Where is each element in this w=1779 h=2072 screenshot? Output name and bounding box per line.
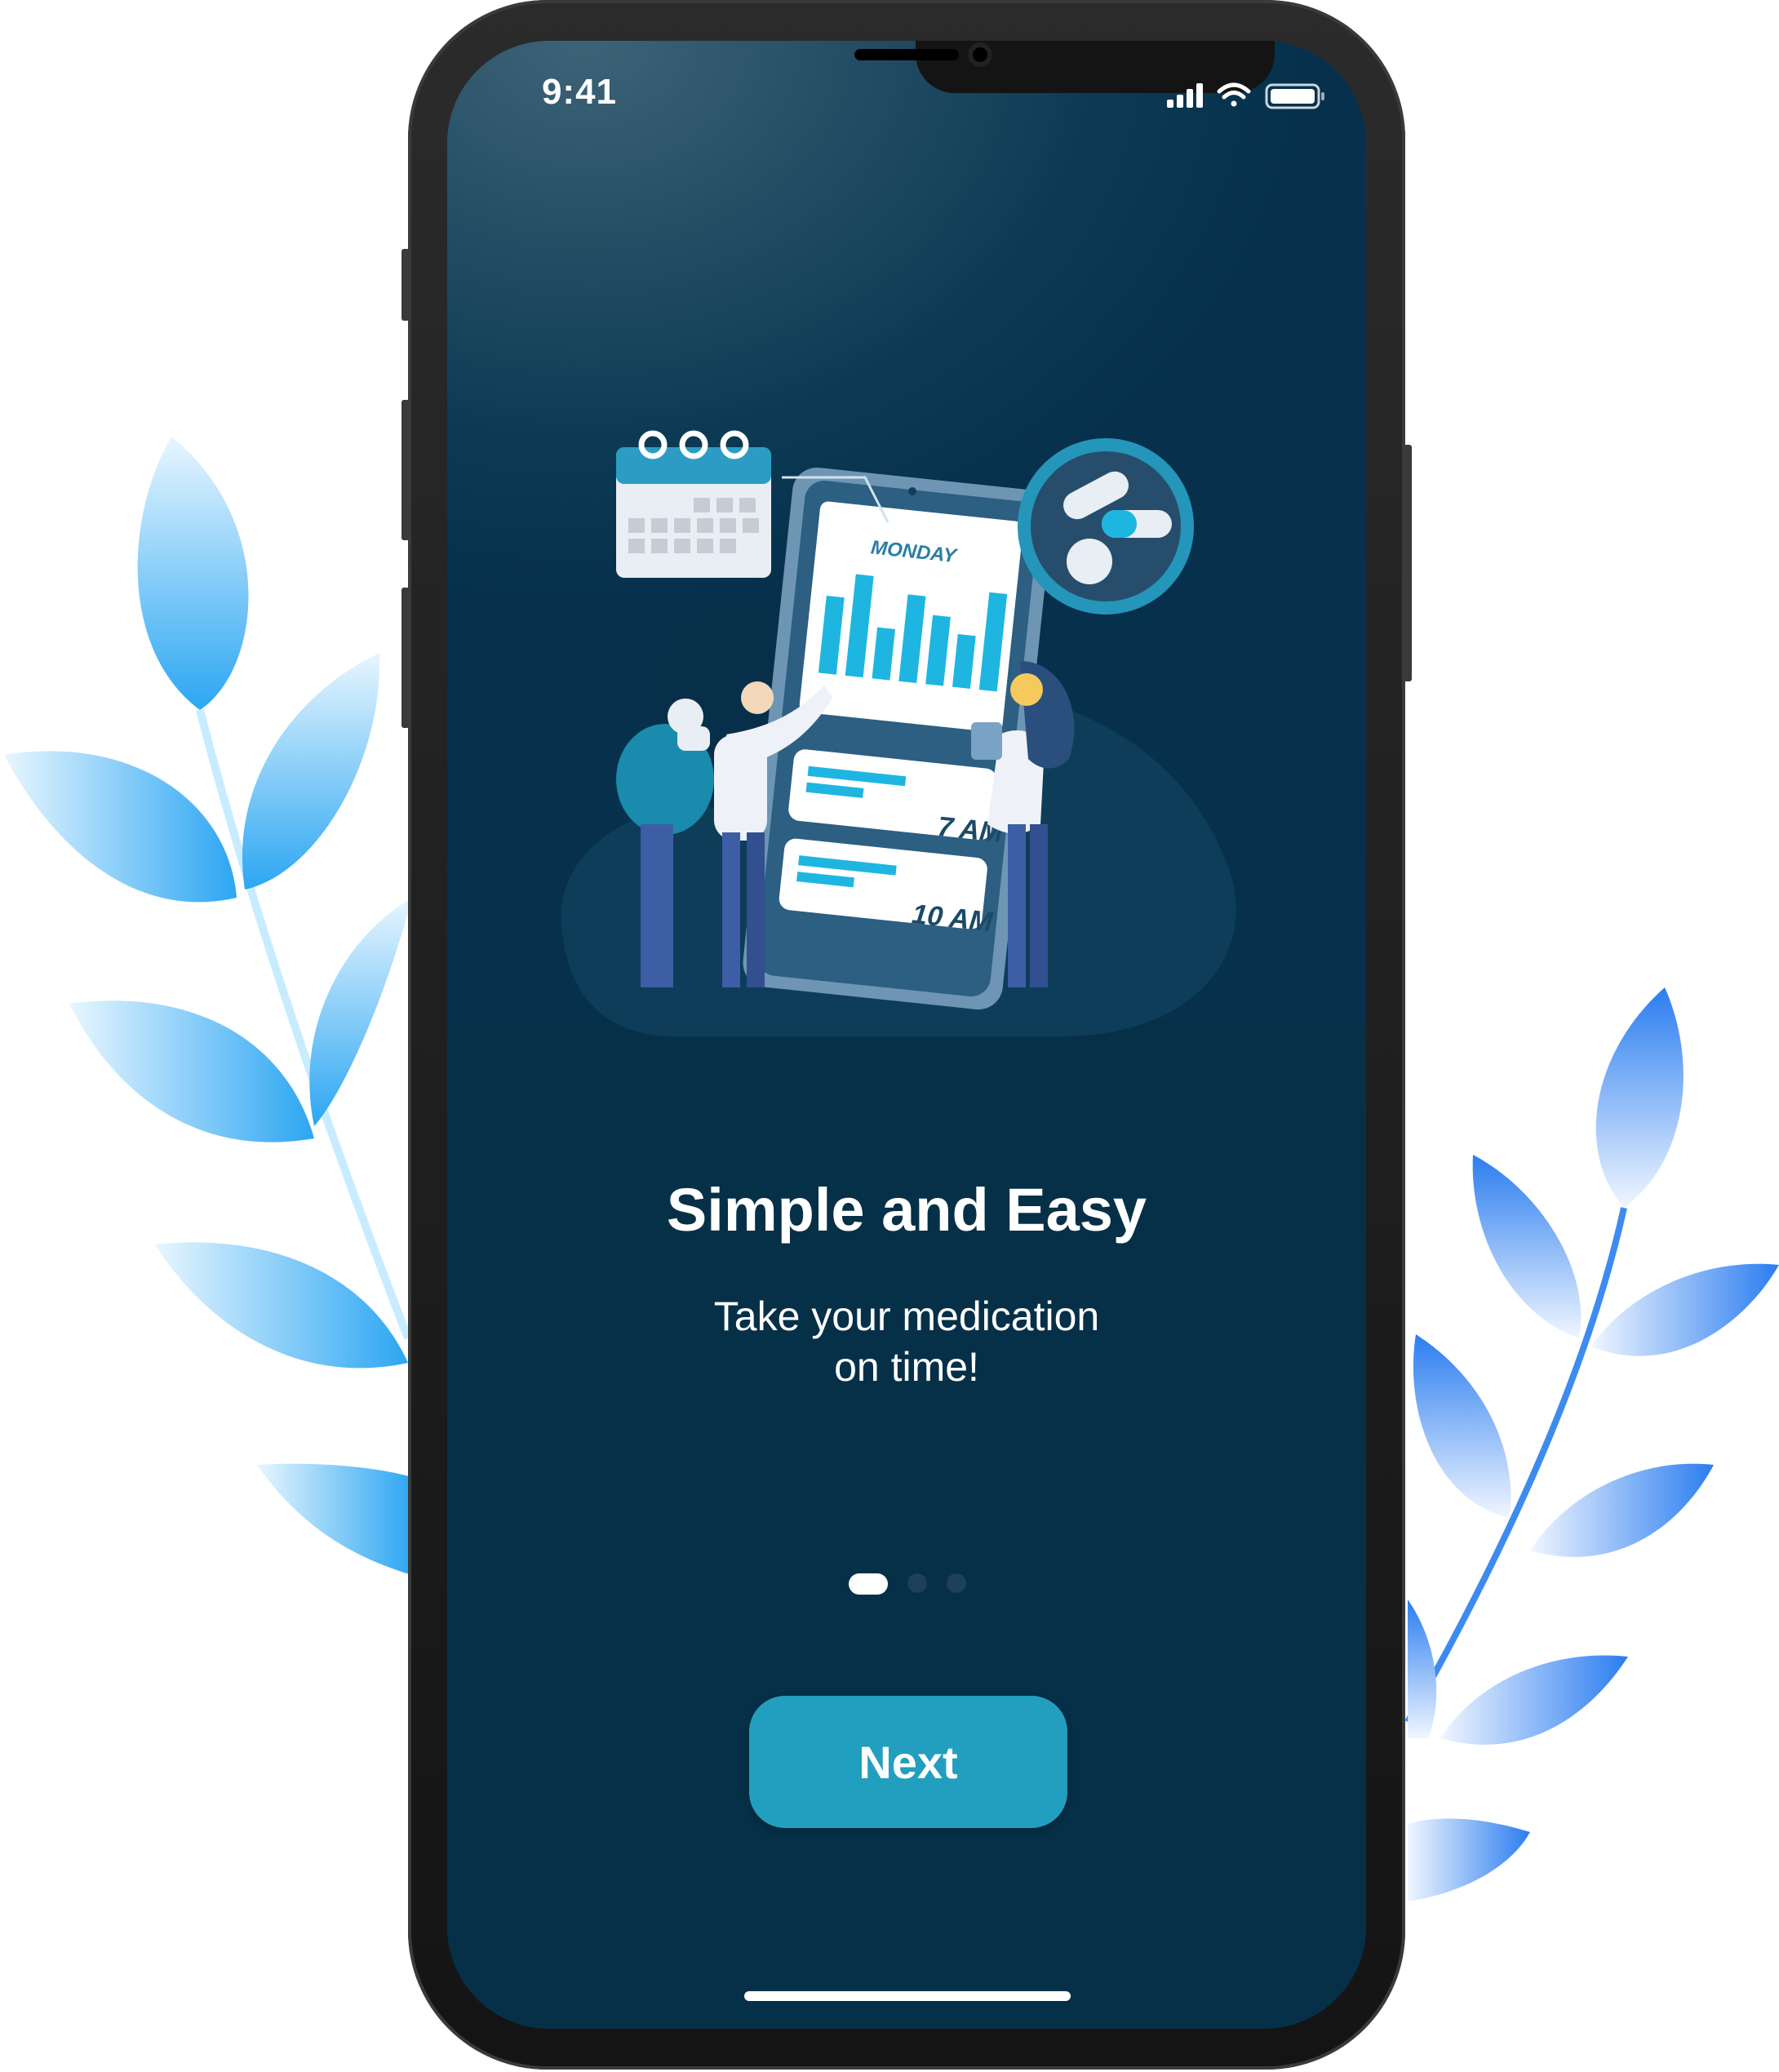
earpiece-speaker <box>854 49 959 60</box>
screen-bottom-fill <box>447 1020 1366 2029</box>
page-dot-active[interactable] <box>849 1573 888 1595</box>
front-camera <box>968 42 992 67</box>
onboarding-subtitle: Take your medication on time! <box>447 1291 1366 1392</box>
power-button <box>1404 445 1412 681</box>
pill-icon <box>1018 438 1194 615</box>
mute-switch <box>401 249 410 321</box>
home-indicator[interactable] <box>744 1991 1071 2001</box>
left-branch <box>4 437 412 1575</box>
volume-up-button <box>401 400 410 540</box>
medication-illustration: MONDAY 7 AM 10 AM <box>561 430 1236 1036</box>
next-button[interactable]: Next <box>749 1696 1067 1828</box>
page-dot-2[interactable] <box>907 1573 927 1593</box>
subtitle-line-2: on time! <box>834 1344 979 1390</box>
page-dot-3[interactable] <box>947 1573 966 1593</box>
status-time: 9:41 <box>541 72 618 112</box>
right-branch <box>1404 987 1779 1901</box>
subtitle-line-1: Take your medication <box>713 1293 1100 1339</box>
battery-icon <box>1265 83 1324 109</box>
volume-down-button <box>401 588 410 728</box>
status-icons <box>1167 82 1324 109</box>
onboarding-title: Simple and Easy <box>666 1176 1147 1244</box>
signal-icon <box>1167 83 1203 108</box>
wifi-icon <box>1217 82 1251 107</box>
